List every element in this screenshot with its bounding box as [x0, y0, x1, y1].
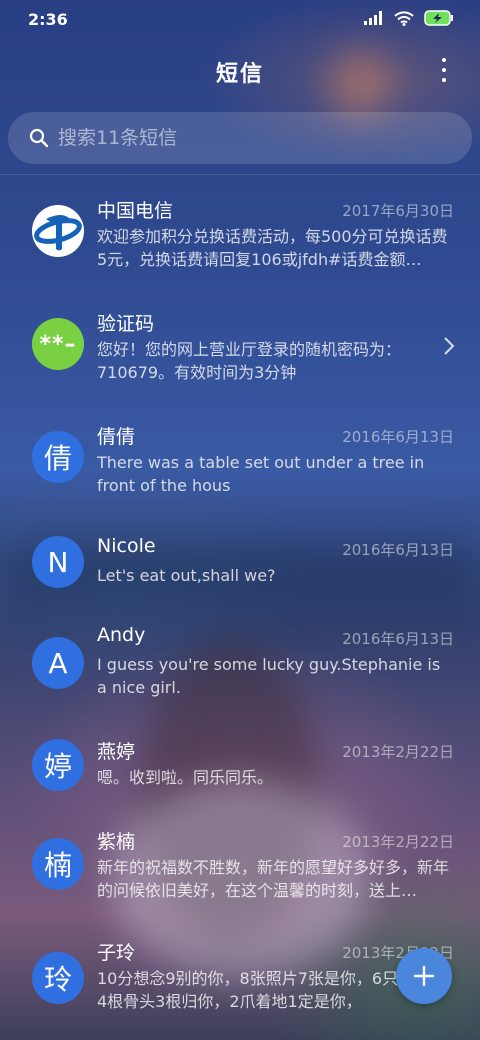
message-preview: 新年的祝福数不胜数，新年的愿望好多好多，新年的问候依旧美好，在这个温馨的时刻，送…	[97, 858, 450, 900]
avatar: 楠	[32, 838, 84, 890]
avatar: 倩	[32, 431, 84, 483]
message-preview: There was a table set out under a tree i…	[97, 453, 425, 495]
message-preview: 欢迎参加积分兑换话费活动，每500分可兑换话费5元，兑换话费请回复106或jfd…	[97, 227, 448, 269]
new-message-button[interactable]	[396, 948, 452, 1004]
conversation-item[interactable]: A Andy 2016年6月13日 I guess you're some lu…	[0, 612, 480, 722]
message-date: 2017年6月30日	[342, 202, 454, 220]
avatar: N	[32, 536, 84, 588]
status-icons	[364, 10, 454, 26]
contact-name: 中国电信	[97, 200, 174, 222]
message-date: 2016年6月13日	[342, 541, 454, 559]
signal-icon	[364, 11, 382, 25]
message-preview: Let's eat out,shall we?	[97, 566, 276, 585]
conversation-item[interactable]: **– 验证码 您好！您的网上营业厅登录的随机密码为：710679。有效时间为3…	[0, 293, 480, 403]
message-date: 2016年6月13日	[342, 630, 454, 648]
battery-charging-icon	[424, 10, 453, 26]
conversation-item[interactable]: N Nicole 2016年6月13日 Let's eat out,shall …	[0, 519, 480, 614]
message-date: 2013年2月22日	[342, 743, 454, 761]
message-preview: 嗯。收到啦。同乐同乐。	[97, 768, 274, 787]
avatar	[32, 205, 84, 257]
status-bar: 2:36	[0, 0, 480, 40]
message-preview: 您好！您的网上营业厅登录的随机密码为：710679。有效时间为3分钟	[97, 340, 402, 382]
more-options-button[interactable]	[434, 58, 454, 82]
china-telecom-logo-icon	[33, 206, 83, 256]
divider	[0, 174, 480, 175]
chevron-right-icon[interactable]	[442, 336, 456, 356]
message-date: 2016年6月13日	[342, 428, 454, 446]
contact-name: 紫楠	[97, 831, 136, 853]
contact-name: Andy	[97, 624, 146, 646]
conversation-item[interactable]: 倩 倩倩 2016年6月13日 There was a table set ou…	[0, 406, 480, 516]
conversation-item[interactable]: 中国电信 2017年6月30日 欢迎参加积分兑换话费活动，每500分可兑换话费5…	[0, 180, 480, 290]
contact-name: 燕婷	[97, 741, 136, 763]
search-input[interactable]	[56, 126, 440, 150]
wifi-icon	[394, 10, 414, 26]
header: 短信	[0, 48, 480, 92]
contact-name: Nicole	[97, 535, 156, 557]
conversation-item[interactable]: 婷 燕婷 2013年2月22日 嗯。收到啦。同乐同乐。	[0, 725, 480, 820]
contact-name: 验证码	[97, 313, 155, 335]
plus-icon	[413, 965, 435, 987]
search-bar[interactable]	[8, 112, 472, 164]
avatar: **–	[32, 318, 84, 370]
search-icon	[29, 128, 49, 148]
more-vertical-icon	[442, 58, 446, 62]
avatar: 婷	[32, 739, 84, 791]
page-title: 短信	[215, 62, 264, 87]
conversation-item[interactable]: 楠 紫楠 2013年2月22日 新年的祝福数不胜数，新年的愿望好多好多，新年的问…	[0, 823, 480, 933]
message-preview: I guess you're some lucky guy.Stephanie …	[97, 655, 441, 697]
contact-name: 子玲	[97, 942, 136, 964]
message-date: 2013年2月22日	[342, 833, 454, 851]
contact-name: 倩倩	[97, 426, 136, 448]
avatar: 玲	[32, 952, 84, 1004]
status-time: 2:36	[28, 10, 68, 29]
avatar: A	[32, 637, 84, 689]
